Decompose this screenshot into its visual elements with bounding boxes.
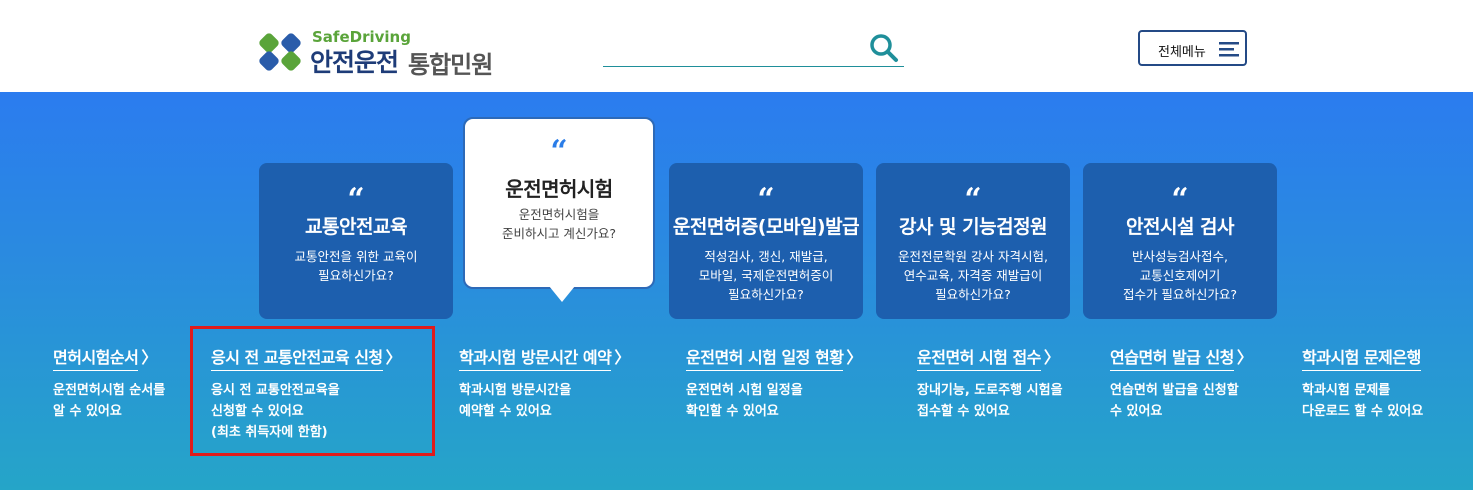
card-title: 교통안전교육 bbox=[305, 216, 407, 238]
card-description: 적성검사, 갱신, 재발급, 모바일, 국제운전면허증이 필요하신가요? bbox=[698, 249, 834, 302]
card-safety-facility-inspection[interactable]: “ 안전시설 검사 반사성능검사접수, 교통신호제어기 접수가 필요하신가요? bbox=[1083, 163, 1277, 319]
hamburger-menu-icon bbox=[1219, 42, 1239, 57]
chevron-right-icon: 〉 bbox=[846, 348, 863, 367]
link-description: 운전면허 시험 일정을 확인할 수 있어요 bbox=[686, 383, 803, 419]
card-instructor-examiner[interactable]: “ 강사 및 기능검정원 운전전문학원 강사 자격시험, 연수교육, 자격증 재발… bbox=[876, 163, 1070, 319]
link-title[interactable]: 면허시험순서 bbox=[53, 344, 139, 371]
chevron-right-icon: 〉 bbox=[1236, 348, 1253, 367]
quote-icon: “ bbox=[550, 134, 568, 169]
link-description: 연습면허 발급을 신청할 수 있어요 bbox=[1110, 383, 1239, 419]
quote-icon: “ bbox=[347, 182, 365, 217]
link-description: 학과시험 문제를 다운로드 할 수 있어요 bbox=[1302, 383, 1424, 419]
card-title: 운전면허시험 bbox=[505, 177, 613, 201]
card-title: 강사 및 기능검정원 bbox=[898, 216, 1048, 238]
card-title: 안전시설 검사 bbox=[1126, 216, 1235, 238]
card-license-issuance[interactable]: “ 운전면허증(모바일)발급 적성검사, 갱신, 재발급, 모바일, 국제운전면허… bbox=[669, 163, 863, 319]
chevron-right-icon: 〉 bbox=[614, 348, 631, 367]
site-header: SafeDriving 안전운전 통합민원 전체메뉴 bbox=[0, 0, 1473, 92]
full-menu-label: 전체메뉴 bbox=[1158, 45, 1206, 60]
quote-icon: “ bbox=[964, 182, 982, 217]
hero-section: “ 교통안전교육 교통안전을 위한 교육이 필요하신가요? “ 운전면허시험 운전… bbox=[0, 92, 1473, 490]
logo-sub-text: 통합민원 bbox=[408, 51, 493, 79]
chevron-right-icon: 〉 bbox=[141, 348, 158, 367]
link-title[interactable]: 학과시험 방문시간 예약 bbox=[459, 344, 612, 371]
quote-icon: “ bbox=[1171, 182, 1189, 217]
link-title[interactable]: 학과시험 문제은행 bbox=[1302, 344, 1421, 371]
card-title: 운전면허증(모바일)발급 bbox=[672, 216, 860, 238]
link-question-bank[interactable]: 학과시험 문제은행 학과시험 문제를 다운로드 할 수 있어요 bbox=[1302, 344, 1423, 422]
card-traffic-safety-education[interactable]: “ 교통안전교육 교통안전을 위한 교육이 필요하신가요? bbox=[259, 163, 453, 319]
link-exam-schedule[interactable]: 운전면허 시험 일정 현황 〉 운전면허 시험 일정을 확인할 수 있어요 bbox=[686, 344, 862, 422]
link-title[interactable]: 운전면허 시험 접수 bbox=[917, 344, 1041, 371]
highlight-box bbox=[190, 326, 435, 456]
logo-main-text: 안전운전 bbox=[310, 48, 399, 77]
chevron-right-icon: 〉 bbox=[1043, 348, 1060, 367]
link-description: 장내기능, 도로주행 시험을 접수할 수 있어요 bbox=[917, 383, 1063, 419]
quote-icon: “ bbox=[757, 182, 775, 217]
link-written-test-visit-reservation[interactable]: 학과시험 방문시간 예약 〉 학과시험 방문시간을 예약할 수 있어요 bbox=[459, 344, 630, 422]
link-exam-order[interactable]: 면허시험순서 〉 운전면허시험 순서를 알 수 있어요 bbox=[53, 344, 165, 422]
link-exam-registration[interactable]: 운전면허 시험 접수 〉 장내기능, 도로주행 시험을 접수할 수 있어요 bbox=[917, 344, 1063, 422]
active-card-pointer bbox=[549, 286, 575, 302]
search-icon[interactable] bbox=[869, 33, 899, 63]
link-title[interactable]: 연습면허 발급 신청 bbox=[1110, 344, 1234, 371]
search-input[interactable] bbox=[603, 30, 904, 67]
link-title[interactable]: 운전면허 시험 일정 현황 bbox=[686, 344, 844, 371]
clover-logo-icon bbox=[259, 33, 301, 71]
link-description: 운전면허시험 순서를 알 수 있어요 bbox=[53, 383, 166, 419]
full-menu-button[interactable]: 전체메뉴 bbox=[1138, 30, 1247, 66]
card-description: 반사성능검사접수, 교통신호제어기 접수가 필요하신가요? bbox=[1122, 249, 1238, 302]
card-description: 교통안전을 위한 교육이 필요하신가요? bbox=[294, 249, 418, 283]
card-description: 운전전문학원 강사 자격시험, 연수교육, 자격증 재발급이 필요하신가요? bbox=[898, 249, 1048, 302]
link-learner-permit-application[interactable]: 연습면허 발급 신청 〉 연습면허 발급을 신청할 수 있어요 bbox=[1110, 344, 1253, 422]
card-description: 운전면허시험을 준비하시고 계신가요? bbox=[501, 207, 617, 241]
card-license-exam-active[interactable]: “ 운전면허시험 운전면허시험을 준비하시고 계신가요? bbox=[463, 117, 655, 289]
link-description: 학과시험 방문시간을 예약할 수 있어요 bbox=[459, 383, 572, 419]
